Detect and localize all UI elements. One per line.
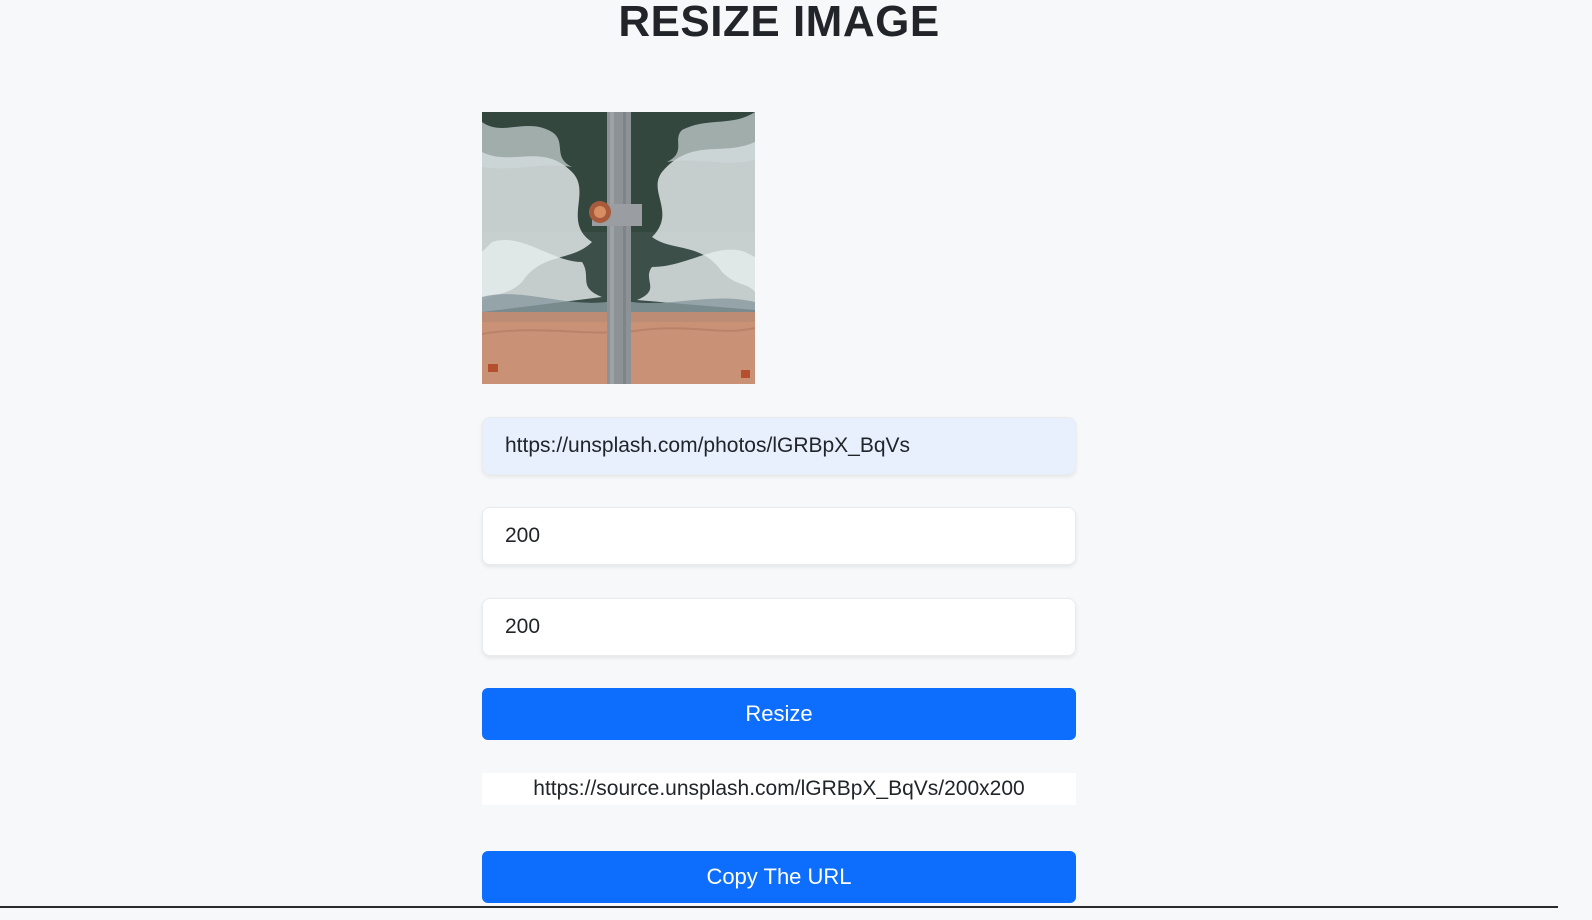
image-url-input[interactable]	[482, 417, 1076, 475]
width-input[interactable]	[482, 507, 1076, 565]
height-input[interactable]	[482, 598, 1076, 656]
copy-url-button[interactable]: Copy The URL	[482, 851, 1076, 903]
scrollbar-track[interactable]	[1558, 0, 1592, 920]
image-preview	[482, 112, 755, 384]
result-url: https://source.unsplash.com/lGRBpX_BqVs/…	[482, 773, 1076, 805]
resize-button[interactable]: Resize	[482, 688, 1076, 740]
resize-form: Resize https://source.unsplash.com/lGRBp…	[482, 112, 1076, 903]
viewport-bottom-edge	[0, 906, 1558, 908]
aerial-pier-beach-image	[482, 112, 755, 384]
page-title: RESIZE IMAGE	[618, 0, 940, 46]
